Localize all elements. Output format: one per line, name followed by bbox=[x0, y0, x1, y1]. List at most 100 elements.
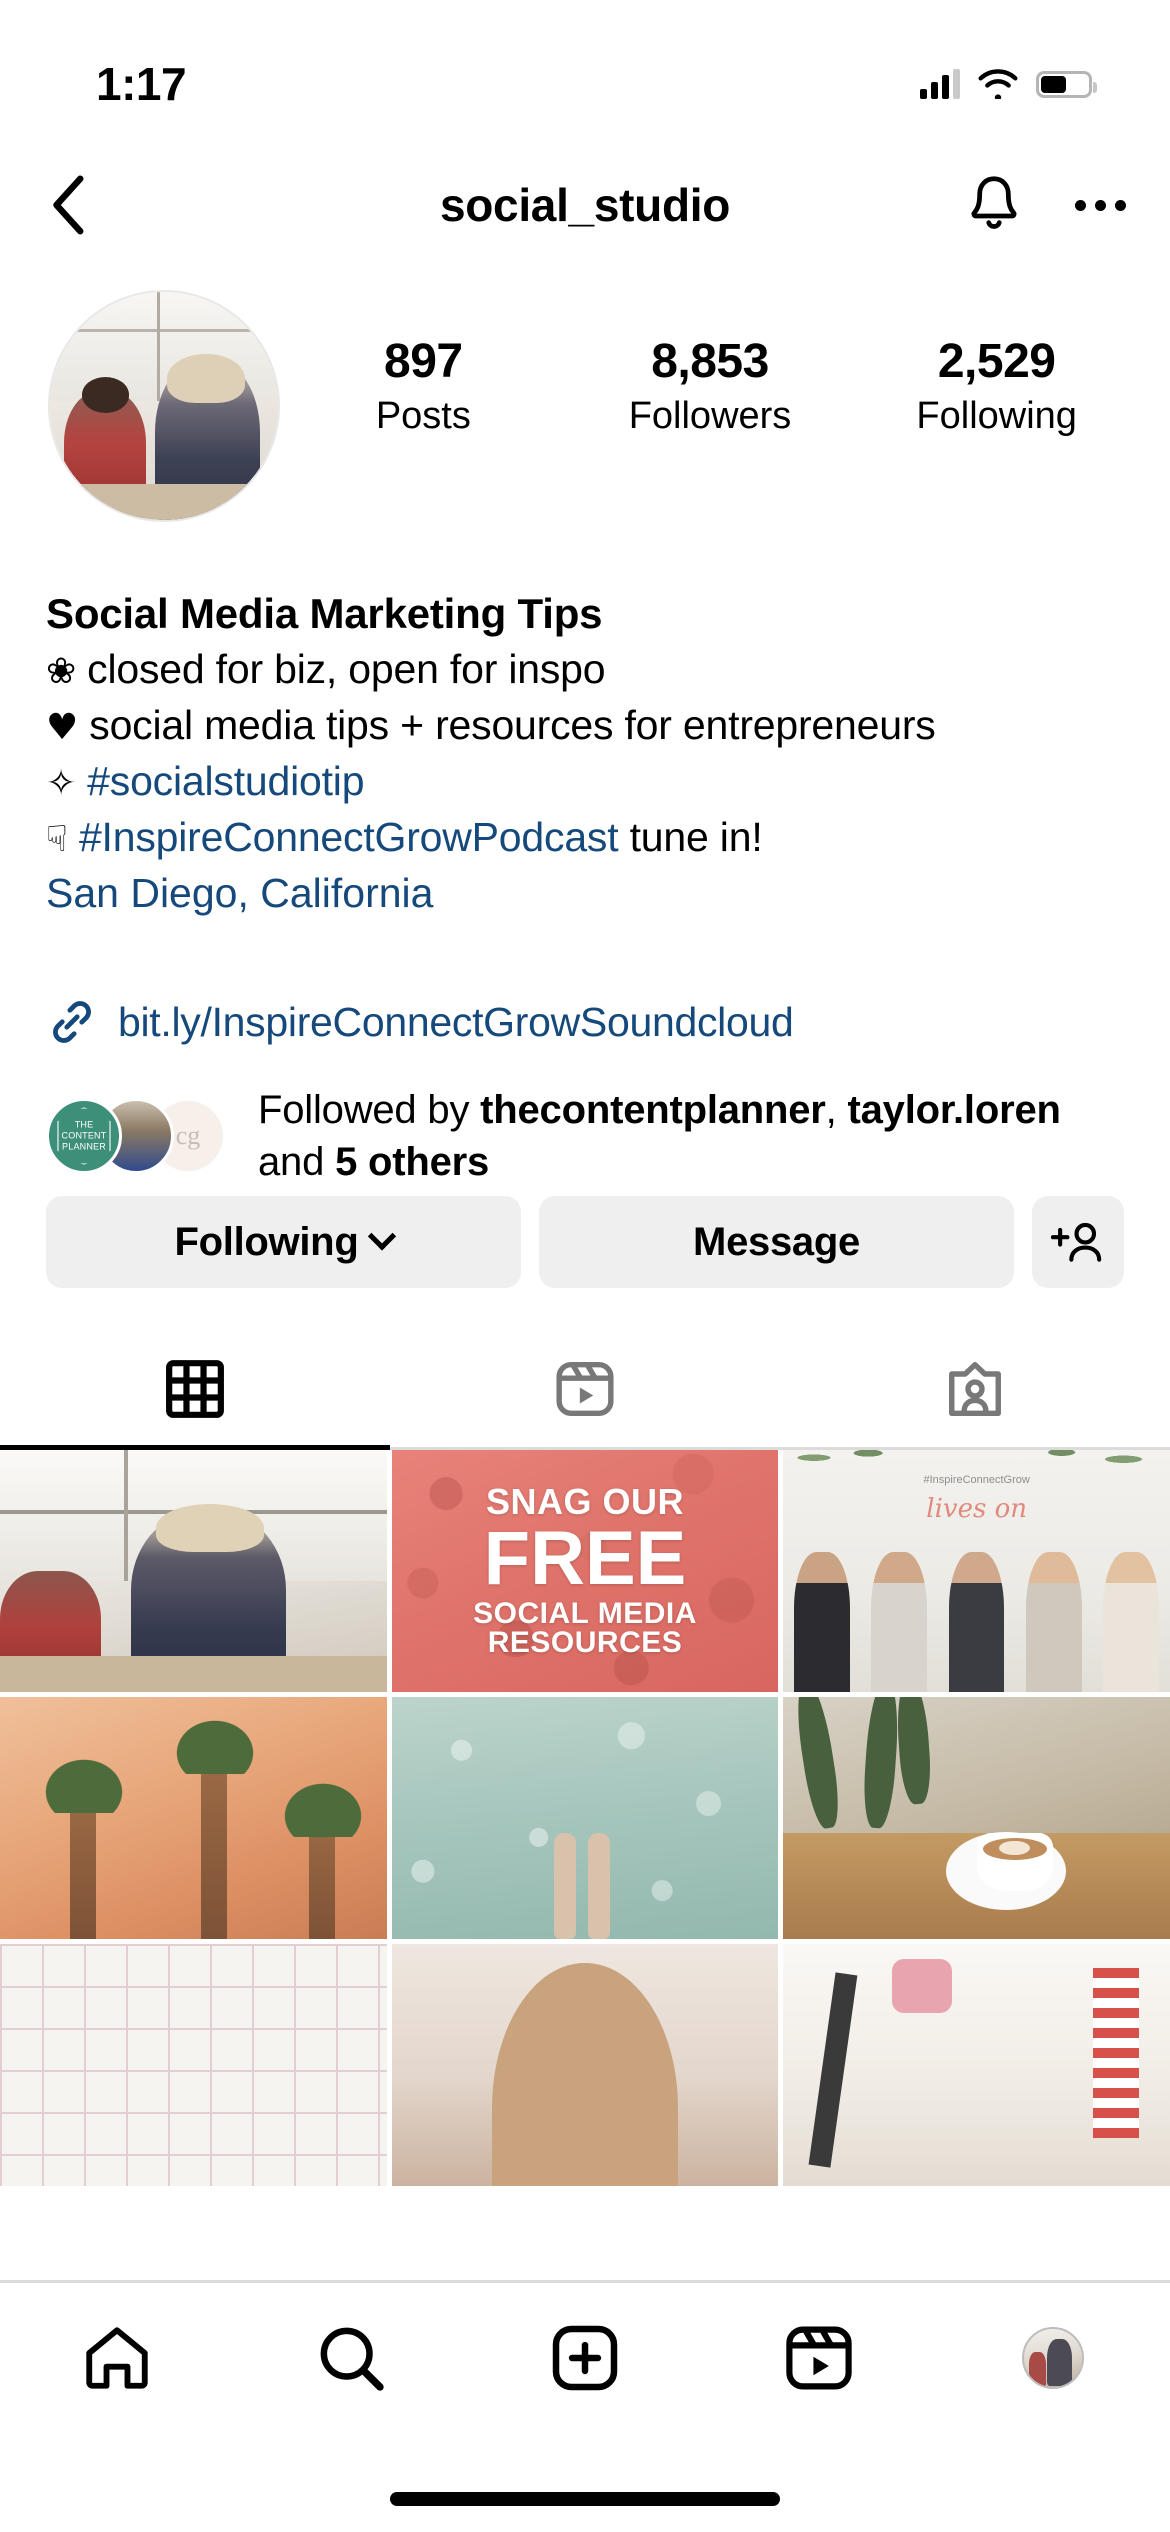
chevron-down-icon bbox=[368, 1222, 397, 1251]
reels-icon bbox=[786, 2326, 852, 2390]
grid-post-5[interactable] bbox=[391, 1697, 779, 1939]
hashtag-socialstudiotip[interactable]: #socialstudiotip bbox=[87, 758, 364, 804]
plus-square-icon bbox=[552, 2325, 618, 2391]
link-icon bbox=[53, 1001, 91, 1043]
status-icons bbox=[920, 69, 1097, 99]
stat-followers[interactable]: 8,853 Followers bbox=[567, 334, 854, 441]
cellular-signal-icon bbox=[920, 69, 960, 99]
profile-avatar-icon bbox=[1022, 2327, 1084, 2389]
grid-post-8[interactable] bbox=[391, 1944, 779, 2186]
following-button[interactable]: Following bbox=[46, 1196, 521, 1288]
bottom-nav-reels[interactable] bbox=[702, 2321, 936, 2395]
post-8-subject bbox=[492, 1963, 678, 2186]
profile-location[interactable]: San Diego, California bbox=[46, 868, 1136, 919]
bio-line-2-text: social media tips + resources for entrep… bbox=[89, 702, 936, 749]
bottom-nav-create[interactable] bbox=[468, 2321, 702, 2395]
post-9-pink-item bbox=[891, 1958, 952, 2013]
hashtag-inspireconnectgrowpodcast[interactable]: #InspireConnectGrowPodcast bbox=[79, 814, 619, 860]
posts-label: Posts bbox=[375, 394, 471, 437]
cp-line1: THE bbox=[74, 1119, 94, 1130]
bio-line-4: ☟ #InspireConnectGrowPodcast tune in! bbox=[46, 812, 1136, 863]
post-2-text: SNAG OUR FREE SOCIAL MEDIA RESOURCES bbox=[392, 1450, 779, 1692]
post-2-line-3: SOCIAL MEDIA bbox=[473, 1596, 697, 1630]
bottom-nav-items bbox=[0, 2283, 1170, 2433]
home-indicator[interactable] bbox=[390, 2492, 780, 2506]
following-button-label: Following bbox=[174, 1219, 359, 1264]
cp-line2: CONTENT bbox=[61, 1130, 107, 1141]
post-6-plant bbox=[790, 1697, 845, 1831]
post-3-person bbox=[861, 1551, 938, 1692]
battery-icon bbox=[1036, 70, 1097, 98]
post-9-strap bbox=[808, 1972, 858, 2168]
cp-line3: PLANNER bbox=[62, 1141, 106, 1152]
post-2-line-4: RESOURCES bbox=[487, 1626, 683, 1660]
post-3-person bbox=[1093, 1551, 1170, 1692]
profile-tab-bar bbox=[0, 1330, 1170, 1450]
website-url[interactable]: bit.ly/InspireConnectGrowSoundcloud bbox=[118, 999, 794, 1046]
post-4-palm bbox=[265, 1767, 382, 1939]
tab-tagged[interactable] bbox=[780, 1330, 1170, 1447]
bell-icon bbox=[971, 176, 1017, 229]
post-1-table bbox=[0, 1655, 387, 1692]
cg-monogram: cg bbox=[175, 1121, 201, 1150]
stat-following[interactable]: 2,529 Following bbox=[853, 334, 1140, 441]
grid-post-2[interactable]: SNAG OUR FREE SOCIAL MEDIA RESOURCES bbox=[391, 1450, 779, 1692]
post-3-script-text: lives on bbox=[926, 1493, 1028, 1524]
home-icon bbox=[86, 2327, 148, 2389]
grid-icon bbox=[166, 1359, 224, 1418]
posts-count: 897 bbox=[384, 335, 463, 388]
followed-by-row[interactable]: THE CONTENT PLANNER cg Followed by theco… bbox=[46, 1084, 1136, 1188]
instagram-profile-screen: 1:17 social_studio 897 Posts 8,853 Follo… bbox=[0, 0, 1170, 2532]
post-3-person bbox=[938, 1551, 1015, 1692]
bottom-navigation-bar bbox=[0, 2280, 1170, 2532]
post-6-plant bbox=[894, 1697, 934, 1805]
grid-post-4[interactable] bbox=[0, 1697, 387, 1939]
add-person-button[interactable] bbox=[1032, 1196, 1124, 1288]
mutual-others-count[interactable]: 5 others bbox=[335, 1140, 489, 1184]
heart-icon: ♥ bbox=[46, 707, 79, 749]
followed-by-text: Followed by thecontentplanner, taylor.lo… bbox=[258, 1084, 1136, 1188]
followed-by-prefix: Followed by bbox=[258, 1088, 481, 1132]
post-3-person bbox=[783, 1551, 860, 1692]
post-4-palm bbox=[157, 1704, 274, 1939]
reels-icon bbox=[556, 1361, 614, 1416]
flower-icon: ❀ bbox=[46, 651, 76, 693]
stat-posts[interactable]: 897 Posts bbox=[280, 334, 567, 441]
bottom-nav-home[interactable] bbox=[0, 2321, 234, 2395]
bio-line-1: ❀ closed for biz, open for inspo bbox=[46, 644, 1136, 695]
add-person-icon bbox=[1051, 1222, 1102, 1262]
more-options-button[interactable] bbox=[1060, 165, 1140, 245]
grid-post-7[interactable] bbox=[0, 1944, 387, 2186]
mutual-name-1[interactable]: thecontentplanner bbox=[480, 1088, 826, 1132]
tab-reels[interactable] bbox=[390, 1330, 780, 1447]
profile-avatar[interactable] bbox=[48, 290, 280, 522]
mutual-name-2[interactable]: taylor.loren bbox=[848, 1088, 1061, 1132]
mutual-avatar-thecontentplanner: THE CONTENT PLANNER bbox=[46, 1098, 122, 1174]
bio-line-4-trailing: tune in! bbox=[618, 813, 763, 860]
bio-line-3: ✧ #socialstudiotip bbox=[46, 756, 1136, 807]
followers-count: 8,853 bbox=[651, 335, 769, 388]
bio-line-1-text: closed for biz, open for inspo bbox=[87, 646, 606, 693]
post-2-line-1: SNAG OUR bbox=[485, 1481, 684, 1523]
post-2-line-2: FREE bbox=[483, 1515, 687, 1601]
profile-website-row[interactable]: bit.ly/InspireConnectGrowSoundcloud bbox=[46, 996, 1136, 1048]
grid-post-6[interactable] bbox=[783, 1697, 1170, 1939]
status-bar: 1:17 bbox=[0, 0, 1170, 150]
followed-by-mid: and bbox=[258, 1140, 336, 1184]
tab-grid[interactable] bbox=[0, 1330, 390, 1450]
nav-actions bbox=[954, 165, 1140, 245]
post-6-plant bbox=[860, 1697, 902, 1829]
bottom-nav-search[interactable] bbox=[234, 2321, 468, 2395]
grid-post-9[interactable] bbox=[783, 1944, 1170, 2186]
sparkle-icon: ✧ bbox=[46, 762, 76, 804]
post-4-palm bbox=[25, 1742, 142, 1939]
avatar-table bbox=[50, 483, 278, 520]
grid-post-3[interactable]: #InspireConnectGrow lives on bbox=[783, 1450, 1170, 1692]
grid-post-1[interactable] bbox=[0, 1450, 387, 1692]
bottom-nav-profile[interactable] bbox=[936, 2327, 1170, 2389]
tagged-icon bbox=[949, 1361, 1001, 1416]
message-button[interactable]: Message bbox=[539, 1196, 1014, 1288]
followers-label: Followers bbox=[628, 394, 792, 437]
notifications-button[interactable] bbox=[954, 165, 1034, 245]
post-9-striped-item bbox=[1093, 1968, 1140, 2138]
